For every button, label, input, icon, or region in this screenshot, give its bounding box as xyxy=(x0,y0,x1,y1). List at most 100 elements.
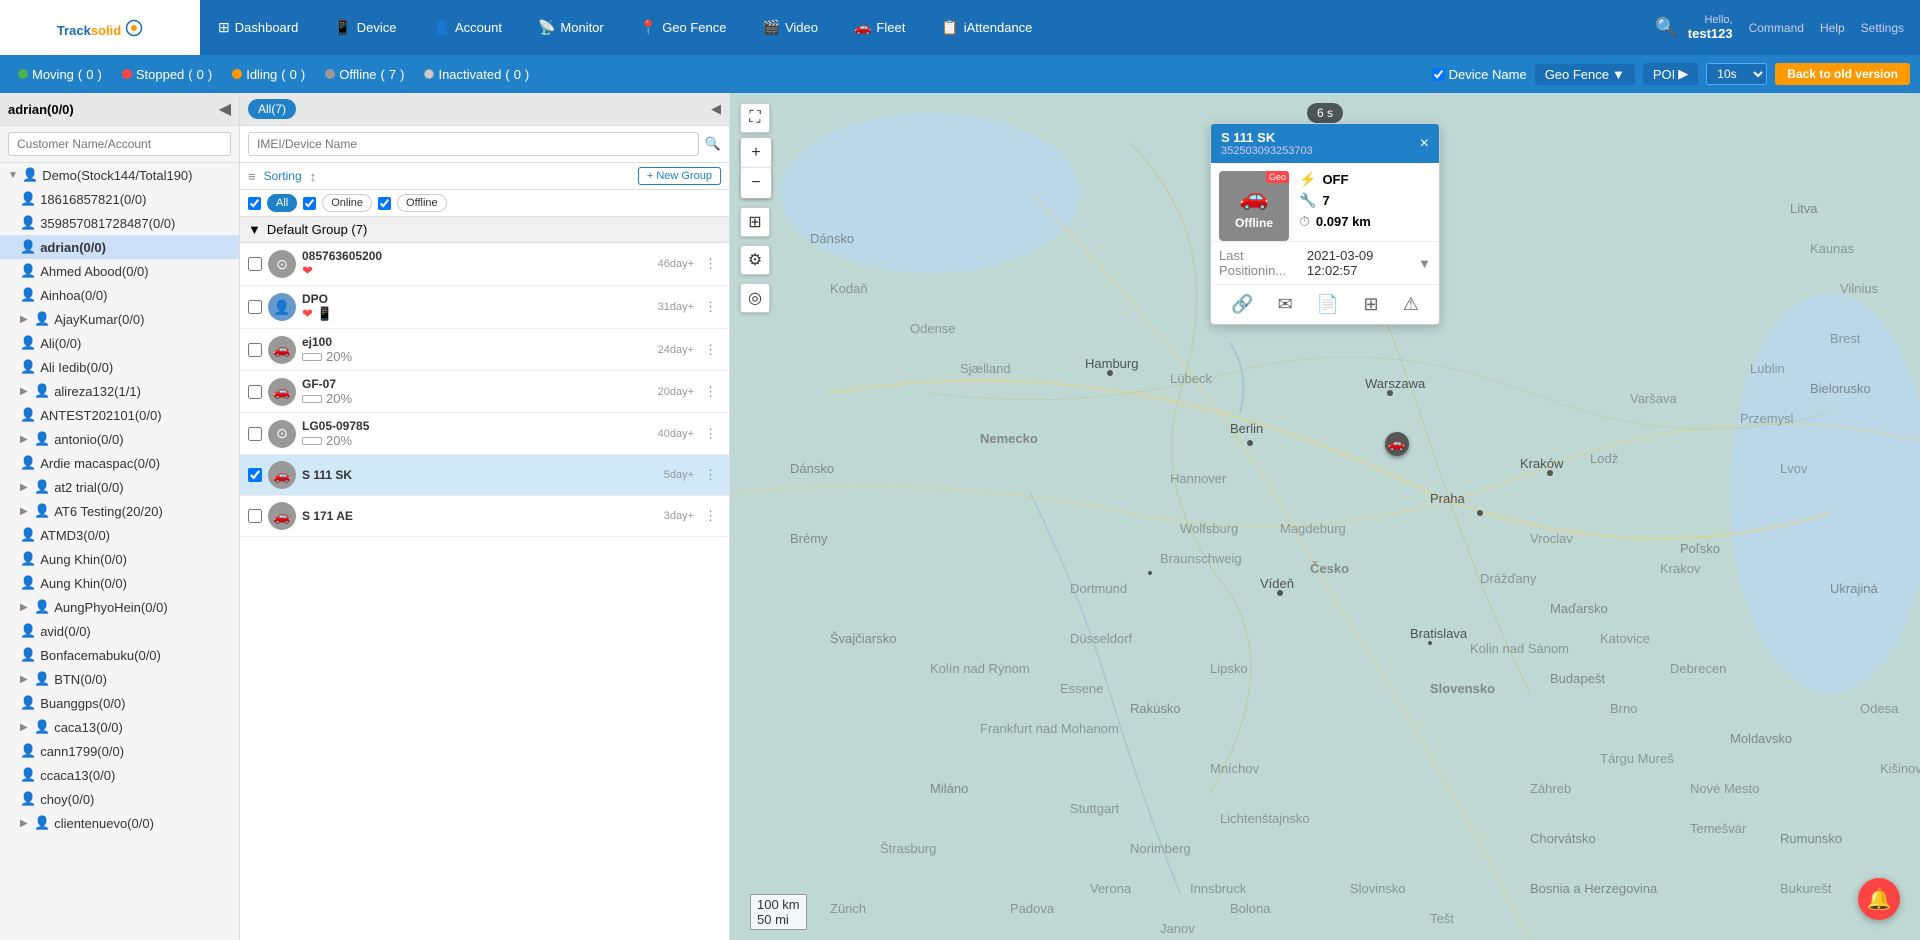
popup-alert-button[interactable]: ⚠ xyxy=(1397,291,1425,318)
popup-send-button[interactable]: ✉ xyxy=(1272,291,1299,318)
sidebar-item-ali2[interactable]: 👤 Ali Iedib(0/0) xyxy=(0,355,239,379)
nav-account[interactable]: 👤 Account xyxy=(415,0,520,55)
sidebar-item-atmd3[interactable]: 👤 ATMD3(0/0) xyxy=(0,523,239,547)
sidebar-item-aungphyo[interactable]: ▶ 👤 AungPhyoHein(0/0) xyxy=(0,595,239,619)
table-row[interactable]: ⊙ LG05-09785 20% 40day+ ⋮ xyxy=(240,413,729,455)
sidebar-item-alireza[interactable]: ▶ 👤 alireza132(1/1) xyxy=(0,379,239,403)
filter-offline-button[interactable]: Offline xyxy=(397,194,447,212)
filter-online-checkbox[interactable] xyxy=(303,197,316,210)
sidebar-item-cann1799[interactable]: 👤 cann1799(0/0) xyxy=(0,739,239,763)
popup-grid-button[interactable]: ⊞ xyxy=(1357,291,1384,318)
popup-info-button[interactable]: 📄 xyxy=(1311,291,1345,318)
popup-link-button[interactable]: 🔗 xyxy=(1225,291,1259,318)
device-checkbox[interactable] xyxy=(248,343,262,357)
sidebar-item-ccaca13[interactable]: 👤 ccaca13(0/0) xyxy=(0,763,239,787)
tools-button[interactable]: ⚙ xyxy=(740,245,770,275)
sidebar-item-ajay[interactable]: ▶ 👤 AjayKumar(0/0) xyxy=(0,307,239,331)
sidebar-item-adrian[interactable]: 👤 adrian(0/0) xyxy=(0,235,239,259)
sidebar-item-ainhoa[interactable]: 👤 Ainhoa(0/0) xyxy=(0,283,239,307)
device-checkbox[interactable] xyxy=(248,257,262,271)
all-badge[interactable]: All(7) xyxy=(248,99,296,119)
interval-selector[interactable]: 10s 30s 1min xyxy=(1706,63,1767,85)
device-more-button[interactable]: ⋮ xyxy=(700,426,721,442)
sidebar-item-antonio[interactable]: ▶ 👤 antonio(0/0) xyxy=(0,427,239,451)
status-offline[interactable]: Offline (7) xyxy=(317,67,412,82)
layers-button[interactable]: ⊞ xyxy=(740,207,770,237)
notification-bell-button[interactable]: 🔔 xyxy=(1858,878,1900,920)
geo-fence-button[interactable]: Geo Fence ▼ xyxy=(1535,64,1635,85)
table-row[interactable]: ⊙ 085763605200 ❤ 46day+ ⋮ xyxy=(240,243,729,286)
table-row[interactable]: 👤 DPO ❤ 📱 31day+ ⋮ xyxy=(240,286,729,329)
zoom-in-button[interactable]: + xyxy=(741,138,771,168)
device-more-button[interactable]: ⋮ xyxy=(700,384,721,400)
popup-expand-button[interactable]: ▼ xyxy=(1418,256,1431,271)
device-checkbox[interactable] xyxy=(248,468,262,482)
status-idling[interactable]: Idling (0) xyxy=(224,67,313,82)
sidebar-item-aungkhin1[interactable]: 👤 Aung Khin(0/0) xyxy=(0,547,239,571)
search-button[interactable]: 🔍 xyxy=(1645,17,1687,38)
table-row[interactable]: 🚗 GF-07 20% 20day+ ⋮ xyxy=(240,371,729,413)
sidebar-item-bonface[interactable]: 👤 Bonfacemabuku(0/0) xyxy=(0,643,239,667)
poi-button[interactable]: POI ▶ xyxy=(1643,63,1698,85)
sidebar-collapse-button[interactable]: ◀ xyxy=(219,99,231,119)
nav-dashboard[interactable]: ⊞ Dashboard xyxy=(200,0,316,55)
device-more-button[interactable]: ⋮ xyxy=(700,342,721,358)
fullscreen-button[interactable]: ⛶ xyxy=(740,103,770,133)
sidebar-item-ardie[interactable]: 👤 Ardie macaspac(0/0) xyxy=(0,451,239,475)
sidebar-item-user2[interactable]: 👤 35985708172848​7(0/0) xyxy=(0,211,239,235)
back-old-version-button[interactable]: Back to old version xyxy=(1775,63,1910,85)
sidebar-search-input[interactable] xyxy=(8,132,231,156)
nav-geofence[interactable]: 📍 Geo Fence xyxy=(622,0,745,55)
sidebar-item-ali[interactable]: 👤 Ali(0/0) xyxy=(0,331,239,355)
sidebar-item-user1[interactable]: 👤 18616857821(0/0) xyxy=(0,187,239,211)
sorting-button[interactable]: Sorting xyxy=(264,169,302,183)
sidebar-item-at2[interactable]: ▶ 👤 at2 trial(0/0) xyxy=(0,475,239,499)
track-button[interactable]: ◎ xyxy=(740,283,770,313)
zoom-out-button[interactable]: − xyxy=(741,168,771,198)
sidebar-item-choy[interactable]: 👤 choy(0/0) xyxy=(0,787,239,811)
sidebar-item-cliente[interactable]: ▶ 👤 clientenuevo(0/0) xyxy=(0,811,239,835)
sidebar-item-btn[interactable]: ▶ 👤 BTN(0/0) xyxy=(0,667,239,691)
status-stopped[interactable]: Stopped (0) xyxy=(114,67,220,82)
command-link[interactable]: Command xyxy=(1749,21,1804,35)
device-name-checkbox-label[interactable]: Device Name xyxy=(1432,67,1527,82)
table-row[interactable]: 🚗 S 111 SK 5day+ ⋮ xyxy=(240,455,729,496)
nav-iattendance[interactable]: 📋 iAttendance xyxy=(923,0,1050,55)
filter-offline-checkbox[interactable] xyxy=(378,197,391,210)
device-group-header[interactable]: ▼ Default Group (7) xyxy=(240,217,729,243)
nav-fleet[interactable]: 🚗 Fleet xyxy=(836,0,923,55)
help-link[interactable]: Help xyxy=(1820,21,1845,35)
nav-monitor[interactable]: 📡 Monitor xyxy=(520,0,622,55)
table-row[interactable]: 🚗 S 171 AE 3day+ ⋮ xyxy=(240,496,729,537)
panel-collapse-button[interactable]: ◀ xyxy=(711,101,721,117)
nav-video[interactable]: 🎬 Video xyxy=(745,0,836,55)
sidebar-item-ahmed[interactable]: 👤 Ahmed Abood(0/0) xyxy=(0,259,239,283)
device-more-button[interactable]: ⋮ xyxy=(700,508,721,524)
sidebar-item-avid[interactable]: 👤 avid(0/0) xyxy=(0,619,239,643)
sidebar-item-antest[interactable]: 👤 ANTEST202101(0/0) xyxy=(0,403,239,427)
device-checkbox[interactable] xyxy=(248,300,262,314)
filter-online-button[interactable]: Online xyxy=(322,194,372,212)
status-inactivated[interactable]: Inactivated (0) xyxy=(416,67,537,82)
sidebar-item-aungkhin2[interactable]: 👤 Aung Khin(0/0) xyxy=(0,571,239,595)
device-name-checkbox[interactable] xyxy=(1432,68,1445,81)
filter-all-button[interactable]: All xyxy=(267,194,297,212)
device-checkbox[interactable] xyxy=(248,427,262,441)
sidebar-item-demo[interactable]: ▼ 👤 Demo(Stock144/Total190) xyxy=(0,163,239,187)
device-more-button[interactable]: ⋮ xyxy=(700,467,721,483)
device-checkbox[interactable] xyxy=(248,385,262,399)
nav-device[interactable]: 📱 Device xyxy=(316,0,414,55)
device-more-button[interactable]: ⋮ xyxy=(700,256,721,272)
table-row[interactable]: 🚗 ej100 20% 24day+ ⋮ xyxy=(240,329,729,371)
popup-close-button[interactable]: × xyxy=(1420,135,1429,153)
device-more-button[interactable]: ⋮ xyxy=(700,299,721,315)
status-moving[interactable]: Moving (0) xyxy=(10,67,110,82)
device-checkbox[interactable] xyxy=(248,509,262,523)
device-search-button[interactable]: 🔍 xyxy=(705,136,721,152)
device-search-input[interactable] xyxy=(248,132,699,156)
filter-all-checkbox[interactable] xyxy=(248,197,261,210)
sidebar-item-buang[interactable]: 👤 Buanggps(0/0) xyxy=(0,691,239,715)
settings-link[interactable]: Settings xyxy=(1861,21,1904,35)
logo[interactable]: Tracksolid xyxy=(0,0,200,55)
sidebar-item-caca13[interactable]: ▶ 👤 caca13(0/0) xyxy=(0,715,239,739)
